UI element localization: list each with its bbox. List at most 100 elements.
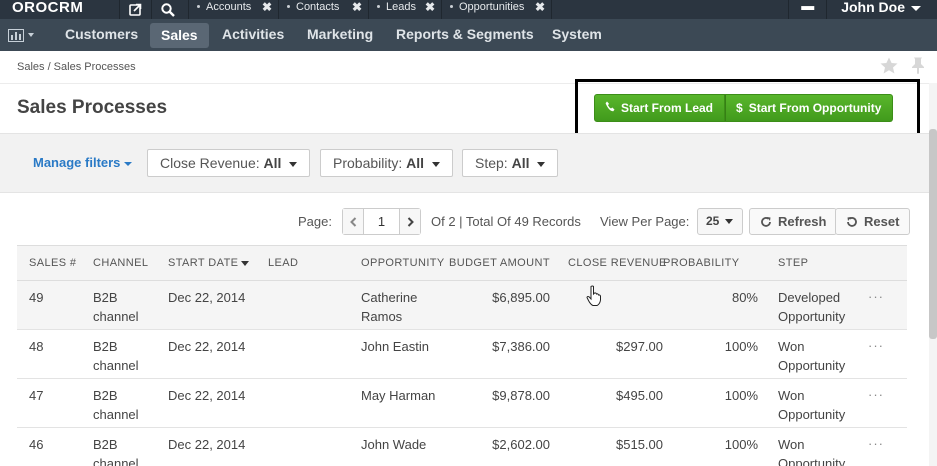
row-actions-menu[interactable]: ··· — [845, 280, 907, 330]
table-row[interactable]: 46 B2B channel Dec 22, 2014 John Wade $2… — [17, 427, 907, 466]
filter-value: All — [263, 155, 282, 171]
cell-budget-amount: $9,878.00 — [449, 378, 550, 428]
more-menu-button[interactable]: ▬ — [788, 0, 826, 19]
cell-budget-amount: $2,602.00 — [449, 427, 550, 466]
cell-lead — [256, 329, 349, 379]
chevron-right-icon — [407, 216, 414, 227]
previous-page-button[interactable] — [343, 209, 364, 234]
grid-header-row: SALES # CHANNEL START DATE LEAD OPPORTUN… — [17, 245, 907, 281]
filter-close-revenue[interactable]: Close Revenue: All — [147, 149, 311, 177]
pinned-tab-contacts[interactable]: Contacts ✖ — [278, 0, 368, 19]
cell-budget-amount: $6,895.00 — [449, 280, 550, 330]
cell-start-date: Dec 22, 2014 — [156, 329, 256, 379]
chevron-down-icon — [911, 5, 921, 11]
user-menu[interactable]: John Doe — [826, 0, 937, 19]
row-actions-menu[interactable]: ··· — [845, 427, 907, 466]
column-header-close-revenue[interactable]: CLOSE REVENUE — [550, 245, 666, 281]
start-from-opportunity-label: Start From Opportunity — [748, 100, 882, 115]
user-name: John Doe — [841, 0, 905, 15]
app-logo[interactable]: OROCRM — [12, 0, 83, 19]
sales-processes-grid: SALES # CHANNEL START DATE LEAD OPPORTUN… — [17, 245, 907, 466]
tab-label: Opportunities — [459, 1, 525, 13]
page-scrollbar-thumb[interactable] — [929, 129, 937, 339]
tab-dot-icon — [450, 4, 453, 8]
top-bar: OROCRM Accounts ✖ Contacts ✖ Leads ✖ Opport… — [0, 0, 937, 19]
share-icon — [129, 3, 142, 16]
pinned-tab-leads[interactable]: Leads ✖ — [368, 0, 441, 19]
column-header-channel[interactable]: CHANNEL — [81, 245, 156, 281]
pinned-tab-accounts[interactable]: Accounts ✖ — [188, 0, 278, 19]
chevron-down-icon — [432, 161, 441, 167]
table-row[interactable]: 48 B2B channel Dec 22, 2014 John Eastin … — [17, 329, 907, 379]
close-icon[interactable]: ✖ — [262, 0, 272, 15]
favorite-star-icon[interactable] — [880, 57, 898, 77]
filter-value: All — [511, 155, 530, 171]
view-per-page-dropdown[interactable]: 25 — [697, 208, 743, 235]
refresh-button[interactable]: Refresh — [749, 208, 838, 235]
ellipsis-icon: ▬ — [801, 0, 815, 13]
filter-label: Step: — [475, 155, 508, 171]
nav-sales[interactable]: Sales — [150, 23, 209, 48]
cell-lead — [256, 280, 349, 330]
breadcrumb: Sales / Sales Processes — [17, 61, 136, 73]
refresh-label: Refresh — [778, 214, 827, 229]
nav-marketing[interactable]: Marketing — [307, 19, 373, 51]
cell-step: Developed Opportunity — [758, 280, 845, 330]
column-header-lead[interactable]: LEAD — [256, 245, 349, 281]
page-number-input[interactable]: 1 — [364, 209, 399, 234]
column-header-probability[interactable]: PROBABILITY — [663, 245, 758, 281]
cell-opportunity: May Harman — [349, 378, 449, 428]
reset-button[interactable]: Reset — [835, 208, 911, 235]
nav-system[interactable]: System — [552, 19, 602, 51]
manage-filters-dropdown[interactable]: Manage filters — [33, 155, 133, 170]
filter-label: Close Revenue: — [160, 155, 260, 171]
cell-start-date: Dec 22, 2014 — [156, 378, 256, 428]
column-header-sales-number[interactable]: SALES # — [17, 245, 81, 281]
table-row[interactable]: 47 B2B channel Dec 22, 2014 May Harman $… — [17, 378, 907, 428]
column-header-step[interactable]: STEP — [758, 245, 845, 281]
cell-opportunity: John Wade — [349, 427, 449, 466]
page-label: Page: — [298, 214, 332, 229]
nav-reports-segments[interactable]: Reports & Segments — [396, 19, 534, 51]
start-from-opportunity-button[interactable]: $ Start From Opportunity — [725, 94, 894, 122]
reset-label: Reset — [864, 214, 900, 229]
chevron-left-icon — [349, 216, 356, 227]
filter-probability[interactable]: Probability: All — [320, 149, 454, 177]
cell-lead — [256, 378, 349, 428]
page-title: Sales Processes — [17, 97, 168, 118]
row-actions-menu[interactable]: ··· — [845, 378, 907, 428]
dashboard-menu-button[interactable] — [8, 19, 48, 51]
column-header-start-date[interactable]: START DATE — [156, 245, 256, 281]
pinned-tab-opportunities[interactable]: Opportunities ✖ — [441, 0, 551, 19]
pagination: 1 — [342, 208, 421, 235]
next-page-button[interactable] — [399, 209, 420, 234]
nav-customers[interactable]: Customers — [65, 19, 138, 51]
close-icon[interactable]: ✖ — [425, 0, 435, 15]
tab-label: Accounts — [206, 1, 252, 13]
nav-activities[interactable]: Activities — [222, 19, 284, 51]
tab-dot-icon — [197, 4, 200, 8]
cell-lead — [256, 427, 349, 466]
cell-channel: B2B channel — [81, 427, 156, 466]
cell-channel: B2B channel — [81, 329, 156, 379]
column-header-budget-amount[interactable]: BUDGET AMOUNT — [449, 245, 550, 281]
column-header-opportunity[interactable]: OPPORTUNITY — [349, 245, 449, 281]
table-row[interactable]: 49 B2B channel Dec 22, 2014 Catherine Ra… — [17, 280, 907, 330]
cell-channel: B2B channel — [81, 280, 156, 330]
tab-dot-icon — [377, 4, 380, 8]
pin-icon[interactable] — [911, 57, 925, 77]
main-navigation: Customers Sales Activities Marketing Rep… — [0, 19, 937, 51]
tab-label: Contacts — [296, 1, 340, 13]
cell-start-date: Dec 22, 2014 — [156, 427, 256, 466]
row-actions-menu[interactable]: ··· — [845, 329, 907, 379]
close-icon[interactable]: ✖ — [352, 0, 362, 15]
chevron-down-icon — [124, 161, 133, 166]
cell-budget-amount: $7,386.00 — [449, 329, 550, 379]
cell-sales-number: 48 — [17, 329, 81, 379]
filter-step[interactable]: Step: All — [462, 149, 559, 177]
search-button[interactable] — [151, 0, 183, 19]
shortcuts-button[interactable] — [119, 0, 151, 19]
close-icon[interactable]: ✖ — [535, 0, 545, 15]
start-from-lead-button[interactable]: Start From Lead — [594, 94, 726, 122]
cell-sales-number: 47 — [17, 378, 81, 428]
